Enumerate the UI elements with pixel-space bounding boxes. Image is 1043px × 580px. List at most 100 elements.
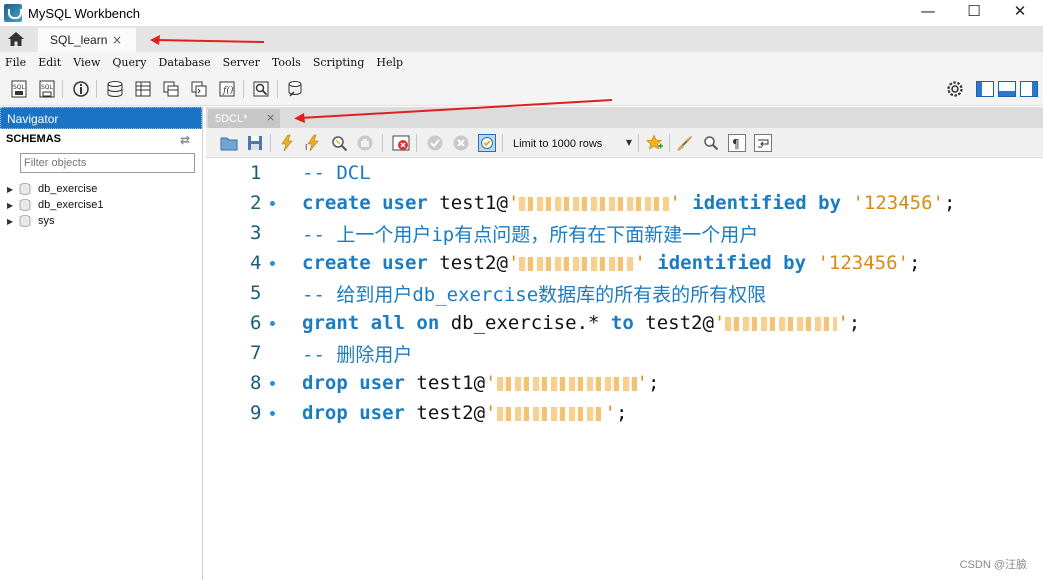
statement-marker-icon (270, 411, 275, 416)
create-function-icon[interactable]: f() (218, 80, 236, 98)
reconnect-icon[interactable] (286, 80, 304, 98)
editor-tab-label: 5DCL* (215, 112, 248, 125)
sql-identifier: test1@ (439, 192, 508, 214)
code-text: create user test2@' ' identified by '1234… (302, 252, 920, 274)
menu-tools[interactable]: Tools (267, 56, 308, 69)
beautify-broom-icon[interactable] (676, 134, 694, 152)
toggle-output-panel-icon[interactable] (998, 80, 1016, 98)
sql-string: ' (634, 252, 646, 274)
create-table-icon[interactable] (134, 80, 152, 98)
stop-query-icon[interactable] (356, 134, 374, 152)
commit-icon[interactable] (426, 134, 444, 152)
menu-bar: File Edit View Query Database Server Too… (0, 52, 1043, 72)
sql-comment: -- 删除用户 (302, 343, 413, 366)
expand-arrow-icon[interactable]: ▶ (7, 185, 17, 194)
find-replace-icon[interactable] (702, 134, 720, 152)
sql-keyword: grant all on (302, 312, 440, 334)
sql-keyword: drop user (302, 402, 405, 424)
menu-database[interactable]: Database (154, 56, 218, 69)
toggle-secondary-sidebar-icon[interactable] (1020, 80, 1038, 98)
svg-text:¶: ¶ (732, 137, 740, 151)
chevron-down-icon: ▼ (625, 138, 632, 147)
sql-punctuation: ; (615, 402, 628, 424)
word-wrap-icon[interactable] (754, 134, 772, 152)
inspector-icon[interactable] (72, 80, 90, 98)
toggle-sidebar-icon[interactable] (976, 80, 994, 98)
sql-string: ' (604, 402, 616, 424)
expand-arrow-icon[interactable]: ▶ (7, 201, 17, 210)
schemas-label: SCHEMAS (6, 133, 62, 145)
sql-keyword: drop user (302, 372, 405, 394)
code-text: grant all on db_exercise.* to test2@' '; (302, 312, 860, 334)
filter-objects-input[interactable] (20, 153, 195, 173)
menu-view[interactable]: View (68, 56, 107, 69)
toolbar-separator (638, 134, 639, 152)
close-editor-tab-icon[interactable]: × (266, 111, 275, 124)
close-connection-tab-icon[interactable]: × (112, 33, 122, 47)
execute-current-statement-icon[interactable]: I (304, 134, 322, 152)
code-text: -- 上一个用户ip有点问题，所有在下面新建一个用户 (302, 220, 758, 247)
menu-help[interactable]: Help (371, 56, 410, 69)
menu-server[interactable]: Server (218, 56, 267, 69)
redacted-host (519, 256, 635, 271)
maximize-button[interactable]: ☐ (951, 0, 997, 22)
sql-keyword: identified by (692, 192, 842, 214)
limit-rows-select[interactable]: Limit to 1000 rows ▼ (509, 135, 634, 152)
minimize-button[interactable]: — (905, 0, 951, 22)
create-view-icon[interactable] (162, 80, 180, 98)
schema-item-db-exercise[interactable]: ▶ db_exercise (0, 181, 202, 197)
save-icon[interactable] (246, 134, 264, 152)
home-icon (8, 32, 24, 46)
redacted-host (496, 376, 637, 391)
toggle-stop-on-error-icon[interactable] (392, 134, 410, 152)
navigator-panel: Navigator SCHEMAS ⇄ ▶ db_exercise ▶ db_e… (0, 107, 203, 580)
toggle-autocommit-icon[interactable] (478, 134, 496, 152)
database-icon (19, 215, 31, 227)
explain-query-icon[interactable] (330, 134, 348, 152)
home-button[interactable] (2, 26, 30, 52)
new-sql-tab-icon[interactable]: SQL (10, 80, 28, 98)
line-number: 4 (250, 252, 262, 274)
menu-query[interactable]: Query (107, 56, 153, 69)
menu-file[interactable]: File (0, 56, 33, 69)
sql-keyword: to (610, 312, 634, 334)
sql-comment: -- DCL (302, 162, 371, 184)
schema-name: db_exercise1 (38, 199, 104, 211)
code-line: 3 -- 上一个用户ip有点问题，所有在下面新建一个用户 (206, 218, 1043, 248)
editor-tab-5dcl[interactable]: 5DCL* × (208, 109, 280, 128)
open-folder-icon[interactable] (220, 134, 238, 152)
create-procedure-icon[interactable] (190, 80, 208, 98)
connection-tab-sql-learn[interactable]: SQL_learn × (38, 28, 136, 52)
rollback-icon[interactable] (452, 134, 470, 152)
sql-identifier: test1@ (416, 372, 486, 394)
schema-item-db-exercise1[interactable]: ▶ db_exercise1 (0, 197, 202, 213)
redacted-host (519, 196, 670, 211)
menu-edit[interactable]: Edit (33, 56, 68, 69)
code-line: 8 drop user test1@' '; (206, 368, 1043, 398)
refresh-schemas-icon[interactable]: ⇄ (180, 133, 190, 147)
editor-tab-bar: 5DCL* × (206, 107, 1043, 128)
code-text: create user test1@' ' identified by '1234… (302, 192, 955, 214)
create-schema-icon[interactable] (106, 80, 124, 98)
close-window-button[interactable]: ✕ (997, 0, 1043, 22)
expand-arrow-icon[interactable]: ▶ (7, 217, 17, 226)
sql-comment: -- 给到用户db_exercise数据库的所有表的所有权限 (302, 283, 767, 306)
toolbar-separator (669, 134, 670, 152)
settings-gear-icon[interactable] (946, 80, 964, 98)
show-invisible-chars-icon[interactable]: ¶ (728, 134, 746, 152)
code-text: -- 删除用户 (302, 340, 412, 367)
statement-marker-icon (270, 321, 275, 326)
search-table-data-icon[interactable] (252, 80, 270, 98)
line-number: 9 (250, 402, 262, 424)
sql-editor[interactable]: 1 -- DCL 2 create user test1@' ' identifi… (206, 158, 1043, 580)
svg-text:f(): f() (222, 85, 234, 96)
redacted-host (725, 316, 838, 331)
toolbar-separator (270, 134, 271, 152)
sql-string: '123456' (852, 192, 944, 214)
schema-item-sys[interactable]: ▶ sys (0, 213, 202, 229)
menu-scripting[interactable]: Scripting (308, 56, 372, 69)
execute-all-lightning-icon[interactable] (278, 134, 296, 152)
add-snippet-star-icon[interactable] (645, 134, 663, 152)
svg-text:I: I (305, 143, 307, 152)
open-sql-script-icon[interactable]: SQL (38, 80, 56, 98)
